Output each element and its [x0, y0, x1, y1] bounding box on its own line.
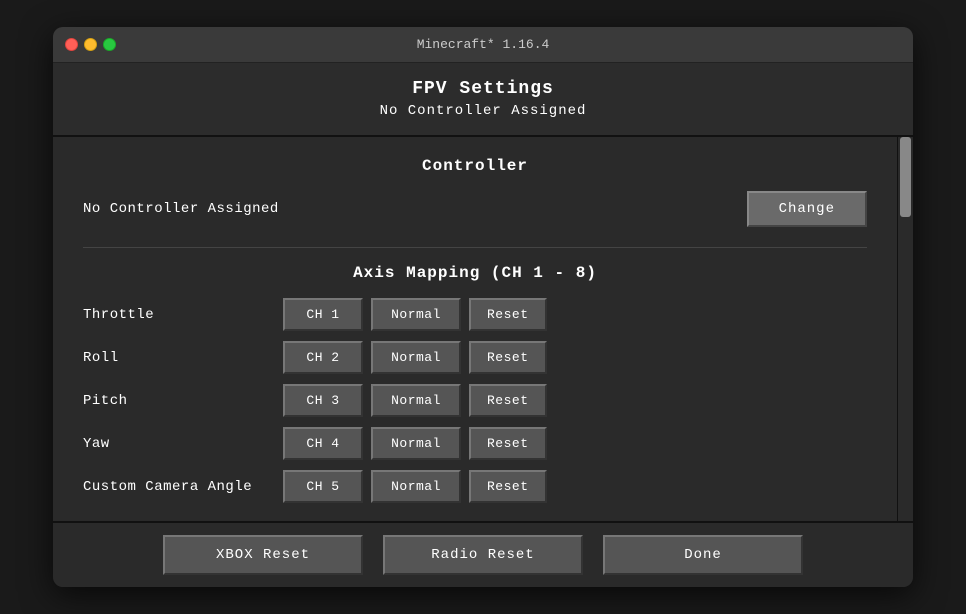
- maximize-button[interactable]: [103, 38, 116, 51]
- normal-button-0[interactable]: Normal: [371, 298, 461, 331]
- bottom-bar: XBOX Reset Radio Reset Done: [53, 521, 913, 587]
- ch-button-4[interactable]: CH 5: [283, 470, 363, 503]
- axis-controls-0: CH 1 Normal Reset: [283, 298, 547, 331]
- axis-label-4: Custom Camera Angle: [83, 479, 283, 495]
- axis-controls-1: CH 2 Normal Reset: [283, 341, 547, 374]
- reset-button-1[interactable]: Reset: [469, 341, 547, 374]
- divider: [83, 247, 867, 248]
- scrollbar-thumb[interactable]: [900, 137, 911, 217]
- controller-assigned-label: No Controller Assigned: [83, 201, 279, 217]
- titlebar: Minecraft* 1.16.4: [53, 27, 913, 63]
- axis-controls-2: CH 3 Normal Reset: [283, 384, 547, 417]
- reset-button-3[interactable]: Reset: [469, 427, 547, 460]
- radio-reset-button[interactable]: Radio Reset: [383, 535, 583, 575]
- axis-controls-3: CH 4 Normal Reset: [283, 427, 547, 460]
- axis-label-3: Yaw: [83, 436, 283, 452]
- reset-button-0[interactable]: Reset: [469, 298, 547, 331]
- axis-label-1: Roll: [83, 350, 283, 366]
- scrollbar[interactable]: [897, 137, 913, 521]
- main-content: Controller No Controller Assigned Change…: [53, 137, 913, 521]
- ch-button-3[interactable]: CH 4: [283, 427, 363, 460]
- controller-row: No Controller Assigned Change: [83, 191, 867, 227]
- ch-button-0[interactable]: CH 1: [283, 298, 363, 331]
- axis-row: Pitch CH 3 Normal Reset: [83, 384, 867, 417]
- header-subtitle: No Controller Assigned: [69, 103, 897, 119]
- page-title: FPV Settings: [69, 79, 897, 99]
- change-controller-button[interactable]: Change: [747, 191, 867, 227]
- controller-section-title: Controller: [83, 157, 867, 175]
- main-window: Minecraft* 1.16.4 FPV Settings No Contro…: [53, 27, 913, 587]
- ch-button-1[interactable]: CH 2: [283, 341, 363, 374]
- scrollable-area: Controller No Controller Assigned Change…: [53, 137, 897, 521]
- axis-controls-4: CH 5 Normal Reset: [283, 470, 547, 503]
- normal-button-1[interactable]: Normal: [371, 341, 461, 374]
- axis-rows-container: Throttle CH 1 Normal Reset Roll CH 2 Nor…: [83, 298, 867, 503]
- axis-row: Custom Camera Angle CH 5 Normal Reset: [83, 470, 867, 503]
- normal-button-2[interactable]: Normal: [371, 384, 461, 417]
- close-button[interactable]: [65, 38, 78, 51]
- window-title: Minecraft* 1.16.4: [417, 37, 550, 52]
- axis-mapping-title: Axis Mapping (CH 1 - 8): [83, 264, 867, 282]
- minimize-button[interactable]: [84, 38, 97, 51]
- normal-button-3[interactable]: Normal: [371, 427, 461, 460]
- axis-row: Yaw CH 4 Normal Reset: [83, 427, 867, 460]
- reset-button-4[interactable]: Reset: [469, 470, 547, 503]
- reset-button-2[interactable]: Reset: [469, 384, 547, 417]
- axis-label-0: Throttle: [83, 307, 283, 323]
- axis-row: Roll CH 2 Normal Reset: [83, 341, 867, 374]
- ch-button-2[interactable]: CH 3: [283, 384, 363, 417]
- header-section: FPV Settings No Controller Assigned: [53, 63, 913, 137]
- normal-button-4[interactable]: Normal: [371, 470, 461, 503]
- axis-label-2: Pitch: [83, 393, 283, 409]
- axis-row: Throttle CH 1 Normal Reset: [83, 298, 867, 331]
- xbox-reset-button[interactable]: XBOX Reset: [163, 535, 363, 575]
- traffic-lights: [65, 38, 116, 51]
- done-button[interactable]: Done: [603, 535, 803, 575]
